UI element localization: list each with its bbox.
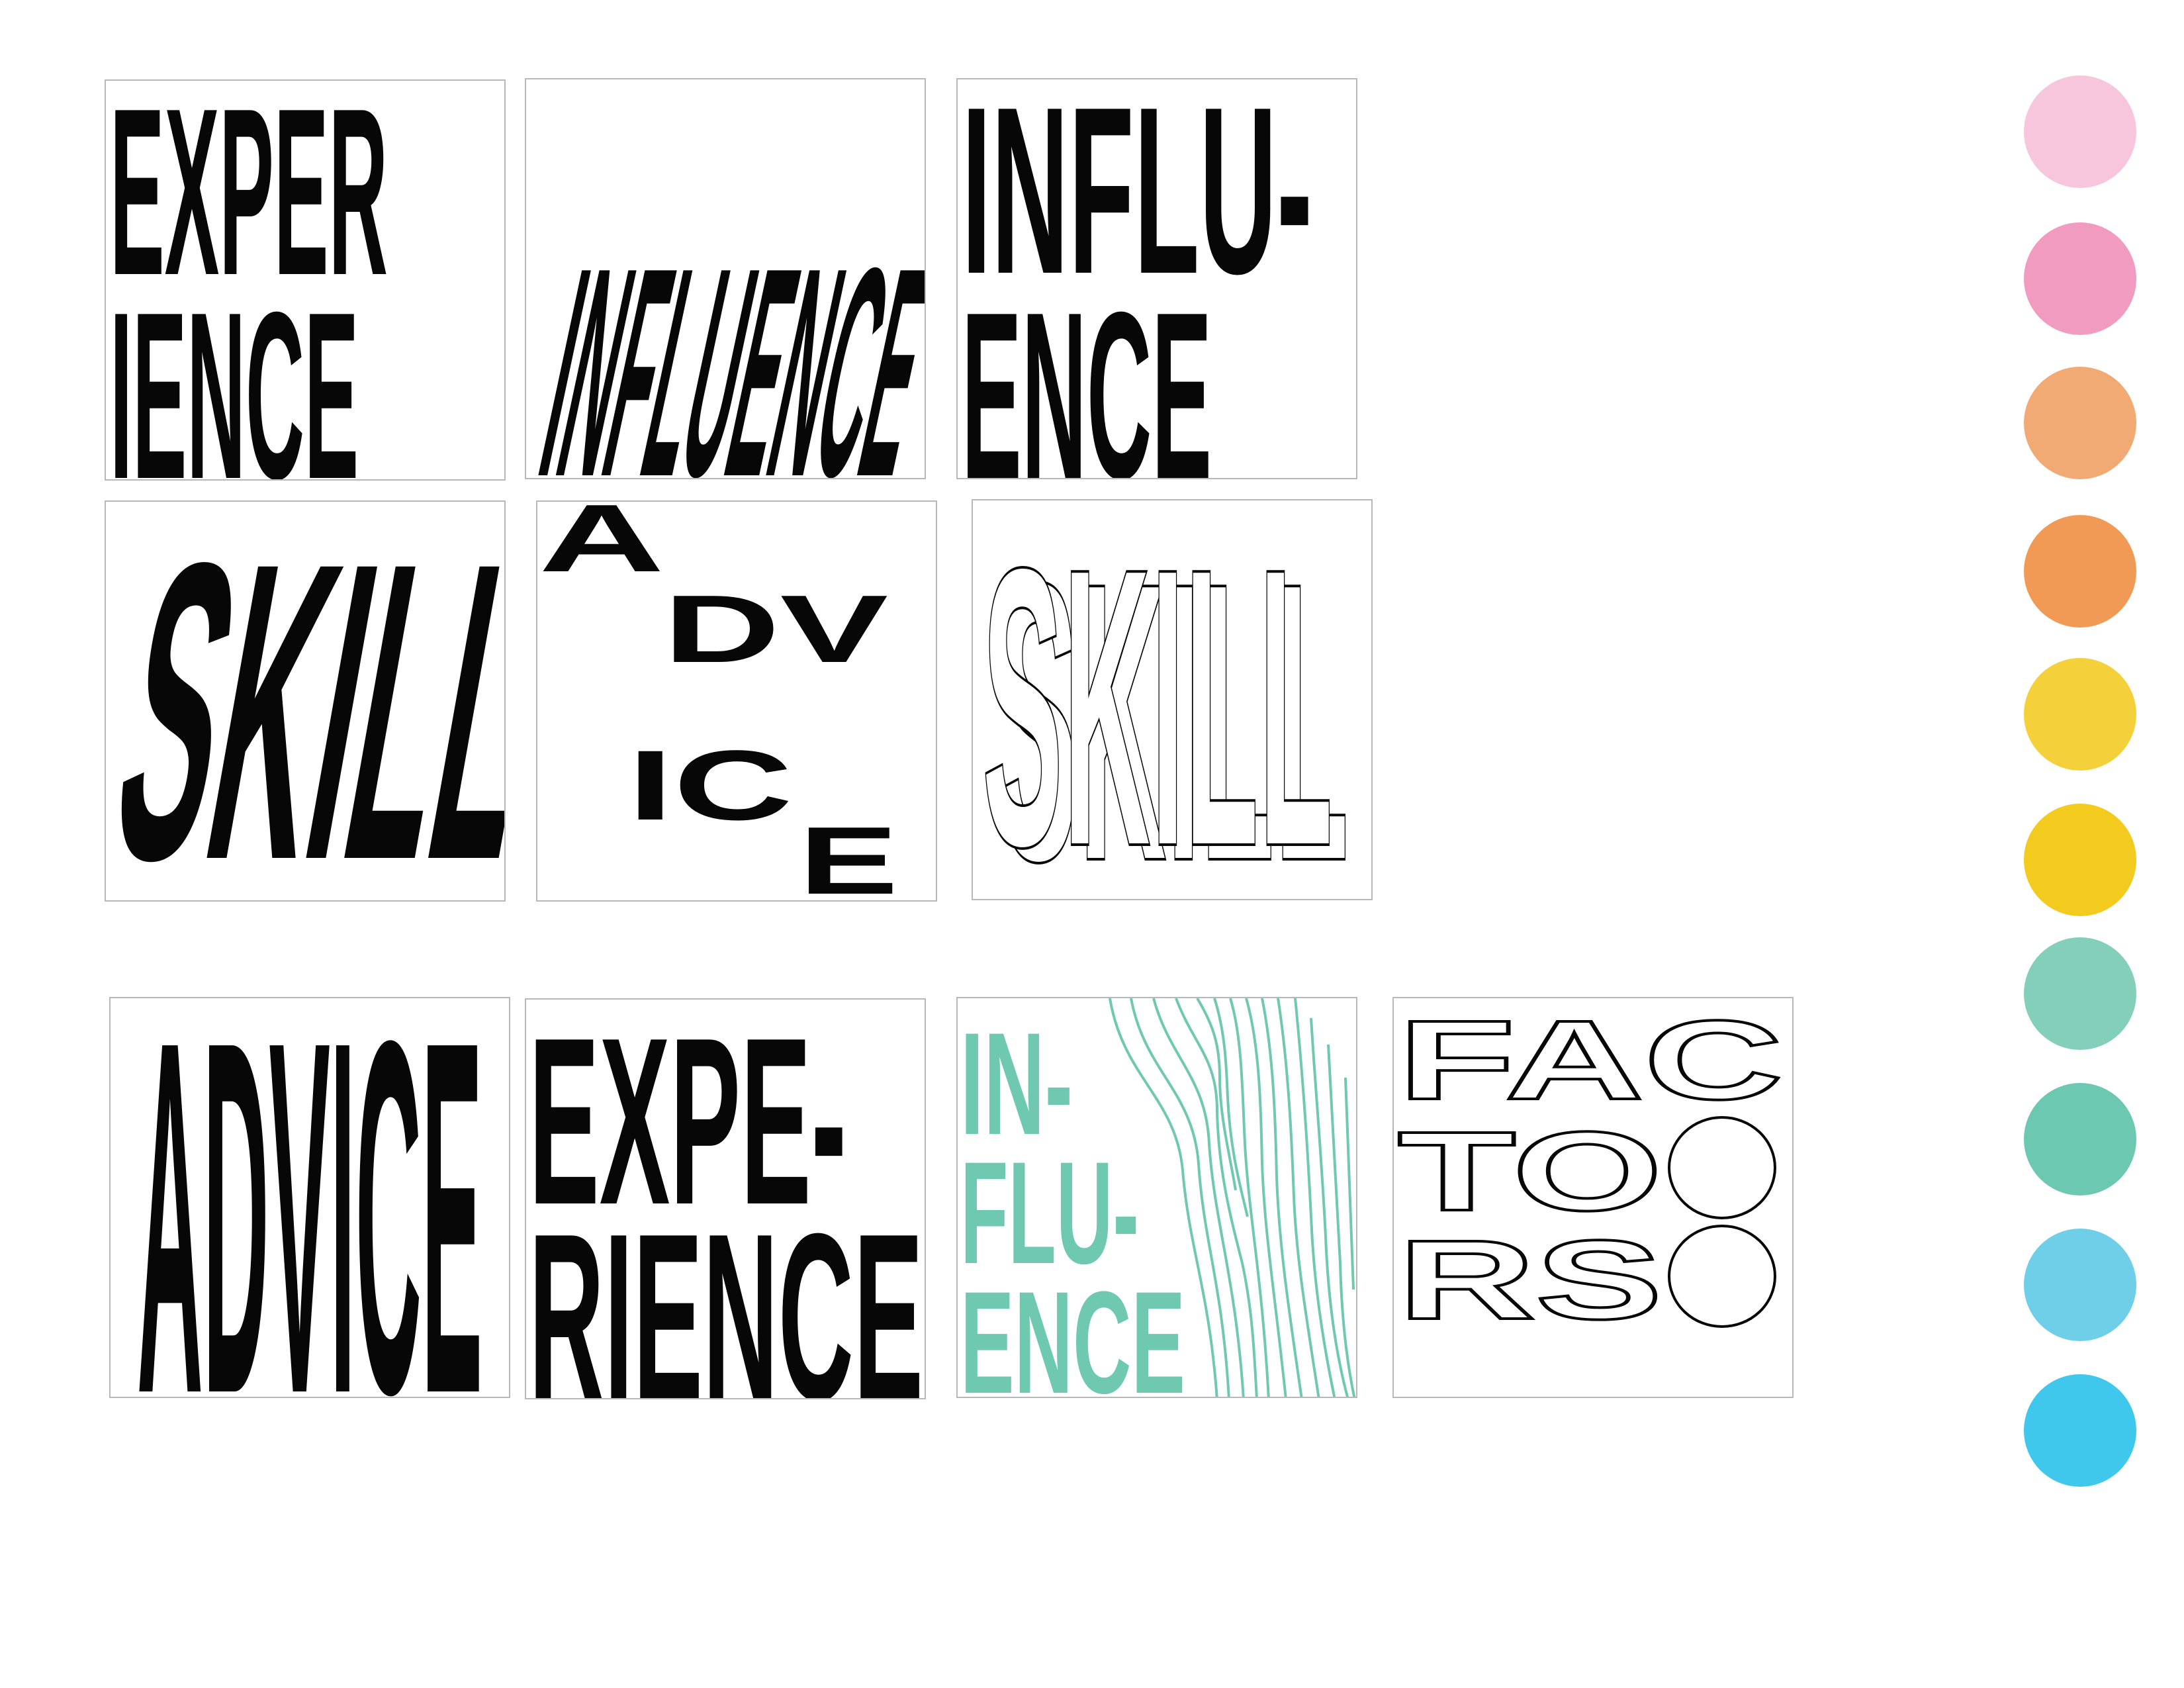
color-swatch: [2024, 515, 2136, 628]
tile-experience-hyphenated: EXPE- RIENCE: [525, 998, 926, 1399]
tile-text-line: RIENCE: [529, 1184, 923, 1399]
tile-experience-stacked: EXPER IENCE: [105, 79, 506, 481]
color-swatch: [2024, 367, 2136, 479]
color-swatch: [2024, 1229, 2136, 1341]
tile-text-word: SKILL: [982, 500, 1333, 900]
outline-circle: [1668, 1116, 1776, 1219]
tile-letter: IC: [627, 729, 793, 841]
tile-letter: A: [539, 502, 664, 592]
tile-text-line: ENCE: [960, 1261, 1185, 1398]
tile-advice-scattered: A DV IC E: [536, 500, 937, 902]
tile-text-line: RS: [1398, 1217, 1662, 1343]
tile-text-word: SKILL: [106, 502, 506, 902]
tile-text-word: ADVICE: [137, 998, 482, 1398]
tile-letter: E: [799, 807, 898, 902]
tile-text-line: ENCE: [962, 263, 1212, 479]
tile-text-line: FAC: [1398, 998, 1783, 1123]
tile-letter: DV: [663, 575, 888, 682]
color-swatch: [2024, 222, 2136, 335]
tile-skill-slanted: SKILL: [105, 500, 506, 902]
outline-circle: [1668, 1225, 1776, 1328]
tile-text-line: IENCE: [110, 263, 359, 481]
color-swatch: [2024, 1374, 2136, 1487]
color-swatch: [2024, 937, 2136, 1050]
tile-skill-outline-3d: SKILL SKILL: [972, 499, 1373, 900]
tile-factors-outline: FAC TO RS: [1392, 997, 1794, 1398]
color-swatch: [2024, 1083, 2136, 1196]
tile-influence-slanted: INFLUENCE: [525, 78, 926, 479]
tile-text-word: INFLUENCE: [526, 207, 926, 479]
tile-text-line: TO: [1398, 1109, 1662, 1235]
color-swatch: [2024, 804, 2136, 916]
tile-influence-stacked: INFLU- ENCE: [956, 78, 1357, 479]
color-swatch: [2024, 75, 2136, 188]
tile-advice-tall: ADVICE: [109, 997, 510, 1398]
tile-influence-contour: IN- FLU- ENCE: [956, 997, 1357, 1398]
color-swatch: [2024, 658, 2136, 771]
